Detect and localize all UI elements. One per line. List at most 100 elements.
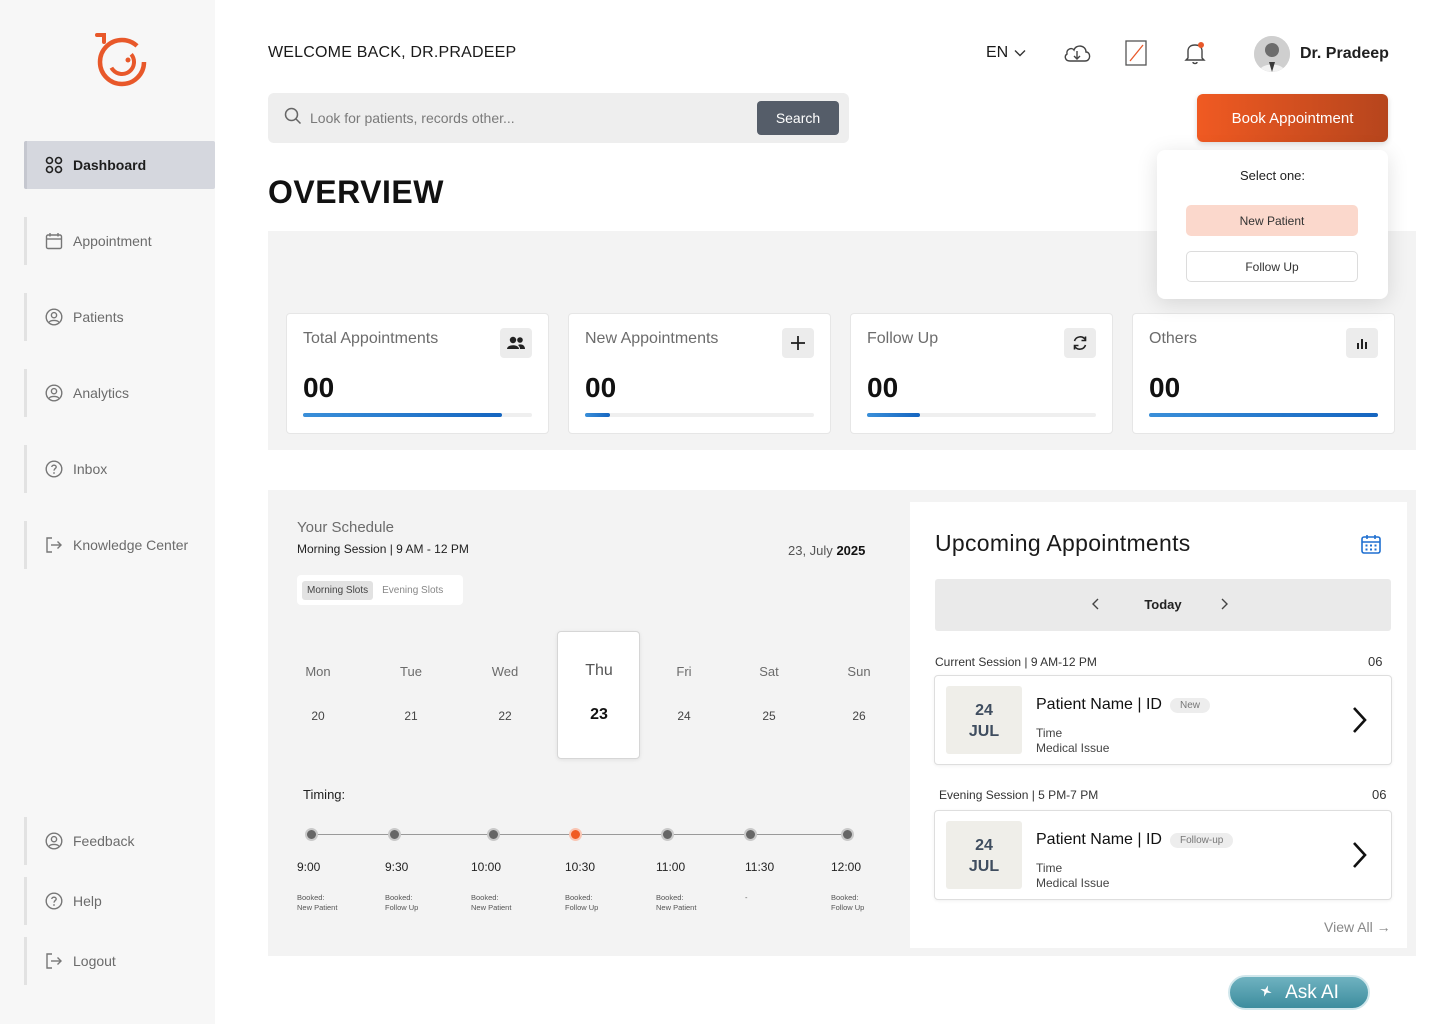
refresh-icon bbox=[1064, 328, 1096, 358]
chevron-right-icon[interactable] bbox=[1349, 704, 1369, 736]
time-slot-dot-active[interactable] bbox=[569, 828, 582, 841]
chevron-right-icon[interactable] bbox=[1349, 839, 1369, 871]
book-appointment-dropdown: Select one: New Patient Follow Up bbox=[1157, 150, 1388, 299]
day-thu[interactable]: Thu 23 bbox=[569, 662, 629, 724]
bell-icon[interactable] bbox=[1180, 38, 1210, 68]
follow-up-option[interactable]: Follow Up bbox=[1186, 251, 1358, 282]
patient-name: Patient Name | ID New bbox=[1036, 696, 1210, 714]
time-slot-dot[interactable] bbox=[661, 828, 674, 841]
chevron-right-icon[interactable] bbox=[1215, 595, 1233, 613]
sidebar-item-label: Appointment bbox=[73, 233, 152, 249]
booking-status-line: Booked: bbox=[565, 893, 593, 902]
calendar-icon[interactable] bbox=[1360, 533, 1382, 555]
appointment-day: 24 bbox=[975, 837, 993, 854]
day-name: Wed bbox=[491, 664, 519, 679]
stat-card-new-appointments[interactable]: New Appointments 00 bbox=[568, 313, 831, 434]
time-label: 12:00 bbox=[831, 860, 862, 874]
appointment-date: 24 JUL bbox=[946, 686, 1022, 754]
view-all-label: View All bbox=[1324, 919, 1373, 935]
brand-logo-icon[interactable] bbox=[90, 30, 150, 90]
sidebar-item-inbox[interactable]: Inbox bbox=[24, 445, 215, 493]
time-slot-dot[interactable] bbox=[305, 828, 318, 841]
appointment-time: Time bbox=[1036, 726, 1063, 740]
view-all-link[interactable]: View All → bbox=[1324, 919, 1391, 935]
time-slot-dot[interactable] bbox=[744, 828, 757, 841]
stat-card-follow-up[interactable]: Follow Up 00 bbox=[850, 313, 1113, 434]
sidebar-item-label: Help bbox=[73, 893, 102, 909]
sidebar-item-analytics[interactable]: Analytics bbox=[24, 369, 215, 417]
day-fri[interactable]: Fri 24 bbox=[654, 664, 714, 723]
day-number: 23 bbox=[590, 706, 608, 723]
tab-morning-slots[interactable]: Morning Slots bbox=[302, 580, 374, 600]
sidebar-item-dashboard[interactable]: Dashboard bbox=[24, 141, 215, 189]
time-slot-dot[interactable] bbox=[487, 828, 500, 841]
sidebar-item-label: Analytics bbox=[73, 385, 130, 401]
day-sun[interactable]: Sun 26 bbox=[829, 664, 889, 723]
patient-name-text: Patient Name | ID bbox=[1036, 696, 1162, 713]
slot-toggle: Morning Slots Evening Slots bbox=[297, 575, 463, 605]
sidebar-item-label: Patients bbox=[73, 309, 124, 325]
logout-icon bbox=[45, 536, 63, 554]
day-tue[interactable]: Tue 21 bbox=[381, 664, 441, 723]
user-name: Dr. Pradeep bbox=[1300, 45, 1389, 62]
booking-status: Booked: New Patient bbox=[471, 893, 511, 913]
progress-track bbox=[303, 413, 532, 417]
day-number: 25 bbox=[762, 709, 776, 723]
day-name: Mon bbox=[305, 664, 331, 679]
day-sat[interactable]: Sat 25 bbox=[739, 664, 799, 723]
time-label: 10:30 bbox=[565, 860, 596, 874]
stat-label: Others bbox=[1149, 330, 1198, 347]
day-wed[interactable]: Wed 22 bbox=[475, 664, 535, 723]
sidebar-item-appointment[interactable]: Appointment bbox=[24, 217, 215, 265]
stat-card-total-appointments[interactable]: Total Appointments 00 bbox=[286, 313, 549, 434]
time-label: 9:30 bbox=[385, 860, 409, 874]
welcome-message: WELCOME BACK, DR.PRADEEP bbox=[268, 44, 517, 61]
medical-issue: Medical Issue bbox=[1036, 876, 1110, 890]
users-icon bbox=[500, 328, 532, 358]
notepad-icon[interactable] bbox=[1121, 38, 1151, 68]
progress-fill bbox=[585, 413, 611, 417]
stat-value: 00 bbox=[1149, 372, 1181, 403]
date-navigator-label: Today bbox=[1144, 597, 1182, 612]
day-number: 24 bbox=[677, 709, 691, 723]
appointment-card[interactable]: 24 JUL Patient Name | ID New Time Medical … bbox=[934, 675, 1392, 765]
stat-label: Total Appointments bbox=[303, 330, 439, 347]
ask-ai-button[interactable]: Ask AI bbox=[1228, 975, 1370, 1010]
booking-status-line: Booked: bbox=[471, 893, 499, 902]
cloud-download-icon[interactable] bbox=[1062, 38, 1092, 68]
day-mon[interactable]: Mon 20 bbox=[288, 664, 348, 723]
sidebar-item-help[interactable]: Help bbox=[24, 877, 215, 925]
search-button[interactable]: Search bbox=[757, 101, 839, 135]
appointment-time: Time bbox=[1036, 861, 1063, 875]
new-patient-option[interactable]: New Patient bbox=[1186, 205, 1358, 236]
sidebar-item-label: Inbox bbox=[73, 461, 108, 477]
booking-status-line: Booked: bbox=[656, 893, 684, 902]
time-slot-dot[interactable] bbox=[841, 828, 854, 841]
search-bar: Search bbox=[268, 93, 849, 143]
sidebar-item-logout[interactable]: Logout bbox=[24, 937, 215, 985]
stat-label: New Appointments bbox=[585, 330, 719, 347]
booking-status-type: New Patient bbox=[471, 903, 512, 912]
dropdown-title: Select one: bbox=[1239, 168, 1306, 183]
day-name: Sun bbox=[847, 664, 871, 679]
sidebar-item-knowledge-center[interactable]: Knowledge Center bbox=[24, 521, 215, 569]
appointment-card[interactable]: 24 JUL Patient Name | ID Follow-up Time Me… bbox=[934, 810, 1392, 900]
calendar-icon bbox=[45, 232, 63, 250]
grid-icon bbox=[45, 156, 63, 174]
stat-label: Follow Up bbox=[867, 330, 939, 347]
language-selector[interactable]: EN bbox=[986, 44, 1026, 62]
tab-evening-slots[interactable]: Evening Slots bbox=[377, 581, 448, 600]
booking-status-type: Follow Up bbox=[831, 903, 865, 912]
progress-track bbox=[585, 413, 814, 417]
search-input[interactable] bbox=[310, 110, 750, 126]
sidebar-item-feedback[interactable]: Feedback bbox=[24, 817, 215, 865]
sidebar-item-patients[interactable]: Patients bbox=[24, 293, 215, 341]
stat-card-others[interactable]: Others 00 bbox=[1132, 313, 1395, 434]
page-title: OVERVIEW bbox=[268, 174, 444, 210]
language-label: EN bbox=[986, 44, 1009, 61]
booking-status-line: Booked: bbox=[385, 893, 413, 902]
book-appointment-button[interactable]: Book Appointment bbox=[1197, 94, 1388, 142]
timing-label: Timing: bbox=[303, 787, 346, 802]
user-profile[interactable]: Dr. Pradeep bbox=[1254, 36, 1389, 72]
time-slot-dot[interactable] bbox=[388, 828, 401, 841]
